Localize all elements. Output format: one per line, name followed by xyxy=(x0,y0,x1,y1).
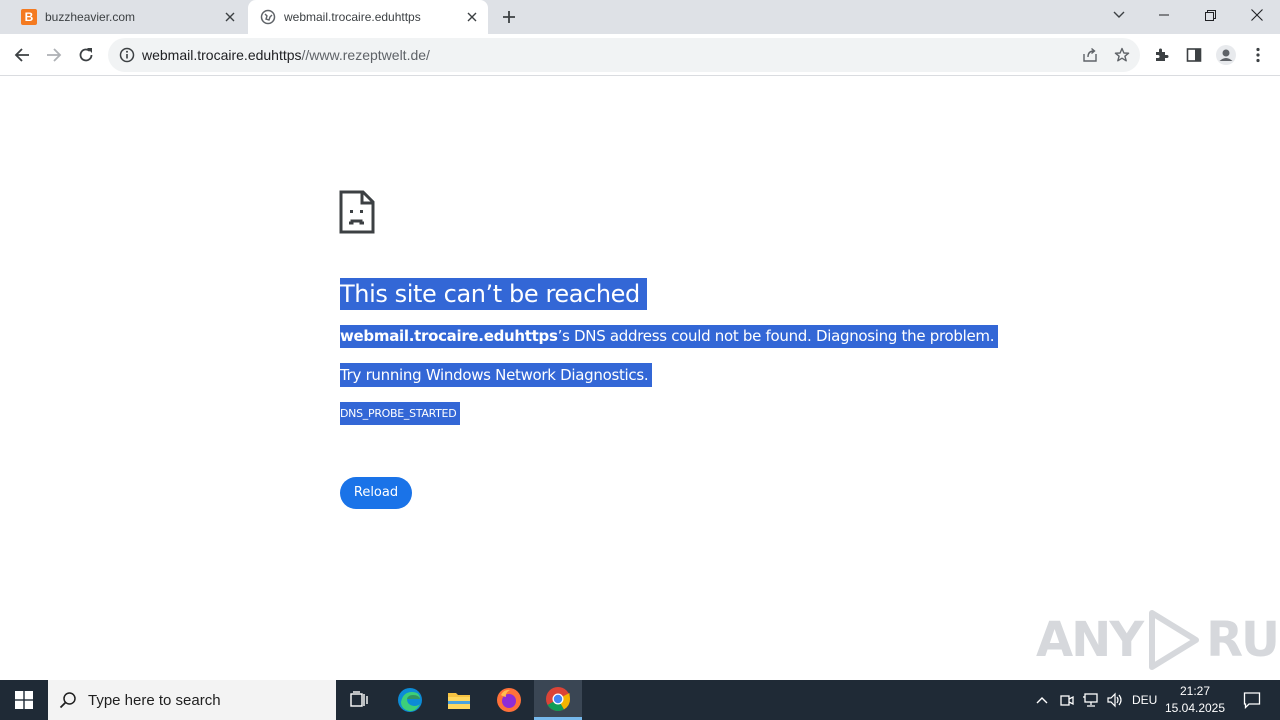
profile-button[interactable] xyxy=(1210,39,1242,71)
show-hidden-icons-button[interactable] xyxy=(1032,690,1052,710)
tab-title: buzzheavier.com xyxy=(45,10,136,24)
reload-toolbar-button[interactable] xyxy=(70,39,102,71)
language-indicator[interactable]: DEU xyxy=(1132,680,1157,720)
back-button[interactable] xyxy=(6,39,38,71)
menu-button[interactable] xyxy=(1242,39,1274,71)
reload-button[interactable]: Reload xyxy=(340,477,412,509)
close-window-button[interactable] xyxy=(1234,0,1280,30)
url-path: //www.rezeptwelt.de/ xyxy=(301,47,430,63)
buzzheavier-favicon-icon: B xyxy=(21,9,37,25)
play-logo-icon xyxy=(1149,610,1200,670)
extensions-button[interactable] xyxy=(1146,39,1178,71)
search-placeholder: Type here to search xyxy=(88,691,221,709)
close-icon xyxy=(1251,9,1263,21)
globe-icon xyxy=(260,9,276,25)
page-content: This site can’t be reached webmail.troca… xyxy=(0,77,1280,680)
browser-toolbar: webmail.trocaire.eduhttps//www.rezeptwel… xyxy=(0,34,1280,76)
share-icon xyxy=(1083,47,1097,62)
avatar-icon xyxy=(1216,45,1236,65)
minimize-icon xyxy=(1159,14,1169,16)
minimize-button[interactable] xyxy=(1141,0,1187,30)
sad-page-icon xyxy=(339,190,375,234)
windows-logo-icon xyxy=(15,691,33,709)
error-description-text: ’s DNS address could not be found. Diagn… xyxy=(557,327,995,345)
restore-icon xyxy=(1204,9,1216,21)
tab-buzzheavier[interactable]: B buzzheavier.com xyxy=(8,0,246,34)
firefox-icon xyxy=(497,688,521,712)
network-icon[interactable] xyxy=(1081,690,1101,710)
chat-bubble-icon xyxy=(1243,692,1261,709)
watermark-right: RUN xyxy=(1206,612,1280,668)
side-panel-icon xyxy=(1186,48,1202,62)
start-button[interactable] xyxy=(0,680,48,720)
notifications-button[interactable] xyxy=(1232,680,1272,720)
site-info-icon[interactable] xyxy=(116,44,138,66)
close-tab-icon[interactable] xyxy=(220,7,240,27)
arrow-left-icon xyxy=(14,48,29,62)
windows-taskbar: Type here to search DEU 21:27 15.04.2025 xyxy=(0,680,1280,720)
chevron-up-icon xyxy=(1036,697,1048,704)
chrome-app-button[interactable] xyxy=(534,680,582,720)
star-icon xyxy=(1114,47,1130,62)
clock-time: 21:27 xyxy=(1179,684,1211,698)
edge-icon xyxy=(398,688,422,712)
tab-webmail[interactable]: webmail.trocaire.eduhttps xyxy=(248,0,488,34)
error-host: webmail.trocaire.eduhttps xyxy=(340,327,558,345)
taskbar-search[interactable]: Type here to search xyxy=(48,680,336,720)
forward-button[interactable] xyxy=(38,39,70,71)
address-bar[interactable]: webmail.trocaire.eduhttps//www.rezeptwel… xyxy=(108,38,1140,72)
firefox-app-button[interactable] xyxy=(485,680,533,720)
more-vert-icon xyxy=(1256,47,1260,63)
task-view-button[interactable] xyxy=(336,680,384,720)
plus-icon xyxy=(503,11,515,23)
error-suggestion: Try running Windows Network Diagnostics. xyxy=(340,363,653,387)
file-explorer-button[interactable] xyxy=(435,680,483,720)
url-host: webmail.trocaire.eduhttps xyxy=(142,47,302,63)
url-text[interactable]: webmail.trocaire.eduhttps//www.rezeptwel… xyxy=(142,38,430,72)
search-icon xyxy=(48,691,88,709)
tab-title: webmail.trocaire.eduhttps xyxy=(284,10,421,24)
task-view-icon xyxy=(350,691,368,707)
puzzle-icon xyxy=(1156,48,1169,61)
edge-app-button[interactable] xyxy=(386,680,434,720)
share-button[interactable] xyxy=(1078,43,1102,67)
error-title: This site can’t be reached xyxy=(340,278,647,310)
clock[interactable]: 21:27 15.04.2025 xyxy=(1162,683,1228,717)
watermark-left: ANY xyxy=(1036,612,1144,668)
chevron-down-icon xyxy=(1113,11,1125,18)
anyrun-watermark: ANY RUN xyxy=(1036,607,1280,673)
restore-button[interactable] xyxy=(1187,0,1233,30)
meet-now-icon[interactable] xyxy=(1057,690,1077,710)
chrome-icon xyxy=(546,686,570,711)
reload-icon xyxy=(79,48,93,62)
tab-strip: B buzzheavier.com webmail.trocaire.eduht… xyxy=(0,0,1280,34)
tab-search-button[interactable] xyxy=(1096,0,1142,30)
folder-icon xyxy=(448,693,470,709)
clock-date: 15.04.2025 xyxy=(1164,701,1226,715)
bookmark-button[interactable] xyxy=(1110,43,1134,67)
close-tab-icon[interactable] xyxy=(462,7,482,27)
side-panel-button[interactable] xyxy=(1178,39,1210,71)
error-description: webmail.trocaire.eduhttps’s DNS address … xyxy=(340,325,999,348)
arrow-right-icon xyxy=(47,48,62,62)
volume-icon[interactable] xyxy=(1105,690,1125,710)
new-tab-button[interactable] xyxy=(497,5,521,29)
error-code: DNS_PROBE_STARTED xyxy=(340,402,461,425)
